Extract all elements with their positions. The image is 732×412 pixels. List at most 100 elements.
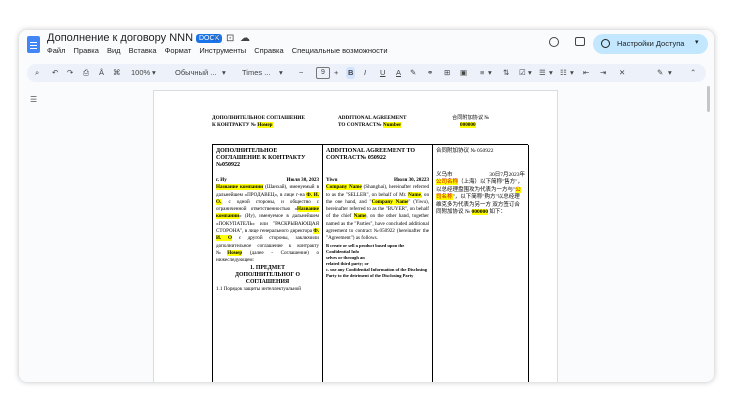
chevron-down-icon[interactable]: ▾ [668, 67, 672, 79]
increase-indent-icon[interactable]: ⇥ [600, 67, 606, 79]
menu-file[interactable]: Файл [47, 46, 65, 55]
column-english: ▾ ADDITIONAL AGREEMENT TO CONTRACT№ 0509… [323, 145, 433, 382]
decrease-indent-icon[interactable]: ⇤ [583, 67, 589, 79]
chevron-down-icon[interactable]: ▾ [279, 67, 283, 79]
cn-city: 义乌市 [436, 171, 453, 178]
header-en-number: Number [382, 122, 402, 128]
cn-text-3: 如下： [489, 209, 506, 215]
cn-title: 合同附加协议 № 050922 [436, 148, 494, 154]
highlight-color-icon[interactable]: ✎ [410, 67, 416, 79]
insert-image-icon[interactable]: ▣ [460, 67, 467, 79]
agreement-table: ДОПОЛНИТЕЛЬНОЕ СОГЛАШЕНИЕ К КОНТРАКТУ №0… [212, 144, 529, 382]
en-title: ADDITIONAL AGREEMENT TO CONTRACT№ 050922 [326, 148, 416, 161]
menu-edit[interactable]: Правка [74, 46, 99, 55]
chevron-down-icon[interactable]: ▾ [695, 38, 699, 46]
column-chinese: 合同附加协议 № 050922 义乌市 30日7月2023年 公司名称（上海）以… [433, 145, 529, 382]
header-en: ADDITIONAL AGREEMENT TO CONTRACT№ Number [338, 115, 406, 129]
share-button[interactable]: Настройки Доступа ▾ [593, 34, 708, 54]
paint-format-icon[interactable]: ⌘ [113, 67, 121, 79]
bulleted-list-icon[interactable]: ☰ [539, 67, 546, 79]
menu-view[interactable]: Вид [107, 46, 121, 55]
header-en-line1: ADDITIONAL AGREEMENT [338, 115, 407, 121]
globe-icon [601, 39, 610, 48]
en-name-2: Name [353, 213, 367, 220]
checklist-icon[interactable]: ☑ [519, 67, 526, 79]
redo-icon[interactable]: ↷ [67, 67, 73, 79]
text-color-button[interactable]: A [396, 67, 401, 79]
header-cn: 合同附加协议 № 000000 [452, 115, 489, 129]
add-comment-icon[interactable]: ⊞ [444, 67, 450, 79]
share-label: Настройки Доступа [617, 39, 685, 48]
en-company-name-2: Company Name [371, 198, 409, 205]
decrease-font-button[interactable]: − [299, 67, 303, 79]
header-en-prefix: TO CONTRACT№ [338, 122, 383, 128]
menu-help[interactable]: Справка [254, 46, 283, 55]
style-select[interactable]: Обычный ... [175, 67, 216, 79]
header-cn-line1: 合同附加协议 № [452, 115, 490, 121]
star-icon[interactable]: ☆ [211, 33, 220, 44]
chevron-down-icon[interactable]: ▾ [549, 67, 553, 79]
header-ru: ДОПОЛНИТЕЛЬНОЕ СОГЛАШЕНИЕ К КОНТРАКТУ № … [212, 115, 305, 129]
en-company-name: Company Name [326, 184, 362, 191]
comments-icon[interactable] [575, 37, 585, 46]
header-ru-number: Номер [257, 122, 273, 128]
header-ru-prefix: К КОНТРАКТУ № [212, 122, 258, 128]
numbered-list-icon[interactable]: ☷ [560, 67, 567, 79]
clear-formatting-icon[interactable]: ✕ [619, 67, 625, 79]
header-cn-number: 000000 [460, 122, 476, 128]
menu-tools[interactable]: Инструменты [199, 46, 246, 55]
print-icon[interactable]: ⎙ [83, 67, 89, 79]
document-title[interactable]: Дополнение к договору NNN [47, 32, 193, 44]
zoom-select[interactable]: 100% [131, 67, 150, 79]
chevron-down-icon[interactable]: ▾ [488, 67, 492, 79]
insert-link-icon[interactable]: ⚭ [427, 67, 433, 79]
menu-insert[interactable]: Вставка [129, 46, 157, 55]
chevron-down-icon[interactable]: ▾ [152, 67, 156, 79]
header-ru-line1: ДОПОЛНИТЕЛЬНОЕ СОГЛАШЕНИЕ [212, 115, 305, 121]
vertical-scrollbar[interactable] [707, 86, 710, 112]
bold-button[interactable]: B [346, 67, 356, 79]
ru-section-heading: 1. ПРЕДМЕТ ДОПОЛНИТЕЛЬНОГ О СОГЛАШЕНИЯ [234, 264, 301, 285]
cn-place-date: 义乌市 30日7月2023年 [436, 172, 525, 180]
ru-company-name: Название компании [216, 184, 264, 191]
increase-font-button[interactable]: + [334, 67, 338, 79]
document-page[interactable]: ДОПОЛНИТЕЛЬНОЕ СОГЛАШЕНИЕ К КОНТРАКТУ № … [153, 90, 558, 382]
app-window: Дополнение к договору NNN DOCX ☆ ⊡ ☁ Фай… [19, 30, 714, 382]
ru-number: Номер [227, 249, 243, 256]
cn-company-name: 公司名称 [436, 179, 459, 185]
underline-button[interactable]: U [380, 67, 385, 79]
docs-logo-icon[interactable] [27, 36, 40, 53]
editing-mode-icon[interactable]: ✎ [657, 67, 663, 79]
en-name: Name [408, 191, 421, 198]
menu-bar: Файл Правка Вид Вставка Формат Инструмен… [47, 46, 394, 55]
document-outline-icon[interactable]: ☰ [30, 95, 37, 104]
title-bar: Дополнение к договору NNN DOCX ☆ ⊡ ☁ Фай… [19, 30, 714, 62]
cn-paragraph: 公司名称（上海）以下简称"售方"，以总经理盘围攻为代表为一方与"公司名称"，以下… [436, 179, 525, 217]
font-select[interactable]: Times ... [242, 67, 270, 79]
menu-accessibility[interactable]: Специальные возможности [292, 46, 388, 55]
italic-button[interactable]: I [364, 67, 366, 79]
collapse-toolbar-icon[interactable]: ⌃ [690, 67, 696, 79]
ru-title: ДОПОЛНИТЕЛЬНОЕ СОГЛАШЕНИЕ К КОНТРАКТУ №0… [216, 148, 306, 168]
spellcheck-icon[interactable]: Å [99, 67, 104, 79]
undo-icon[interactable]: ↶ [52, 67, 58, 79]
chevron-down-icon[interactable]: ▾ [528, 67, 532, 79]
cloud-status-icon[interactable]: ☁ [240, 33, 250, 44]
en-clause-b5: c. use any Confidential Information of t… [326, 266, 428, 278]
search-menus-icon[interactable]: ⌕ [35, 67, 39, 79]
chevron-down-icon[interactable]: ▾ [570, 67, 574, 79]
en-paragraph: Company Name (Shanghai), hereinafter ref… [326, 184, 429, 242]
align-left-icon[interactable]: ≡ [480, 67, 484, 79]
formatting-toolbar: ⌕ ↶ ↷ ⎙ Å ⌘ 100% ▾ Обычный ... ▾ Times .… [27, 64, 706, 82]
ru-text-6: 1.1 Порядок защиты интеллектуальной [216, 285, 301, 292]
version-history-icon[interactable] [549, 37, 559, 47]
chevron-down-icon[interactable]: ▾ [222, 67, 226, 79]
cn-number: 000000 [471, 209, 488, 215]
column-russian: ДОПОЛНИТЕЛЬНОЕ СОГЛАШЕНИЕ К КОНТРАКТУ №0… [213, 145, 323, 382]
ru-paragraph: Название компании (Шанхай), именуемый в … [216, 184, 319, 264]
menu-format[interactable]: Формат [165, 46, 192, 55]
cn-date: 30日7月2023年 [489, 171, 525, 178]
font-size-input[interactable]: 9 [316, 67, 330, 79]
line-spacing-icon[interactable]: ⇅ [503, 67, 509, 79]
move-folder-icon[interactable]: ⊡ [226, 33, 234, 44]
